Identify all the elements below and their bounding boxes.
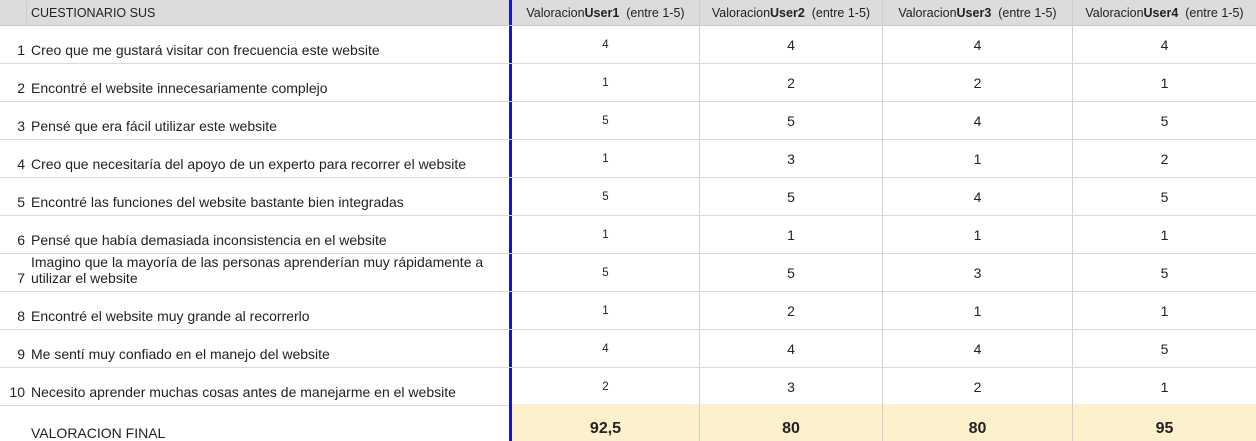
header-user3-suffix: (entre 1-5) xyxy=(991,5,1057,20)
user1-value-cell[interactable]: 1 xyxy=(512,292,700,329)
user3-value-cell[interactable]: 4 xyxy=(883,330,1073,367)
row-number xyxy=(0,404,27,441)
user3-value-cell[interactable]: 4 xyxy=(883,26,1073,63)
row-number: 7 xyxy=(17,270,25,286)
header-user3-cell[interactable]: Valoracion User3 (entre 1-5) xyxy=(883,0,1073,25)
user4-value-cell[interactable]: 4 xyxy=(1073,26,1256,63)
header-user4-suffix: (entre 1-5) xyxy=(1178,5,1244,20)
user1-value-cell[interactable]: 1 xyxy=(512,140,700,177)
header-user2-cell[interactable]: Valoracion User2 (entre 1-5) xyxy=(700,0,883,25)
question-cell[interactable]: Creo que necesitaría del apoyo de un exp… xyxy=(27,140,512,177)
row-number: 2 xyxy=(17,80,25,96)
user1-value-cell[interactable]: 4 xyxy=(512,26,700,63)
user2-final-score[interactable]: 80 xyxy=(700,404,883,441)
user2-value-cell[interactable]: 4 xyxy=(700,330,883,367)
header-user1-name: User1 xyxy=(584,5,620,20)
question-cell[interactable]: Pensé que había demasiada inconsistencia… xyxy=(27,216,512,253)
user4-value-cell[interactable]: 1 xyxy=(1073,216,1256,253)
user2-value-cell[interactable]: 4 xyxy=(700,26,883,63)
final-score-row: VALORACION FINAL 92,5 80 80 95 xyxy=(0,404,1256,441)
question-cell[interactable]: Me sentí muy confiado en el manejo del w… xyxy=(27,330,512,367)
header-title-cell[interactable]: CUESTIONARIO SUS xyxy=(27,0,512,25)
user1-value-cell[interactable]: 1 xyxy=(512,216,700,253)
user3-value-cell[interactable]: 4 xyxy=(883,102,1073,139)
table-row: 1 Creo que me gustará visitar con frecue… xyxy=(0,26,1256,64)
table-row: 8 Encontré el website muy grande al reco… xyxy=(0,292,1256,330)
header-user3-prefix: Valoracion xyxy=(898,5,957,20)
table-row: 4 Creo que necesitaría del apoyo de un e… xyxy=(0,140,1256,178)
row-number: 4 xyxy=(17,156,25,172)
user4-value-cell[interactable]: 5 xyxy=(1073,178,1256,215)
row-number: 10 xyxy=(9,384,25,400)
user4-value-cell[interactable]: 5 xyxy=(1073,254,1256,291)
user1-value-cell[interactable]: 2 xyxy=(512,368,700,405)
user3-value-cell[interactable]: 2 xyxy=(883,64,1073,101)
header-title: CUESTIONARIO SUS xyxy=(31,5,156,20)
user4-value-cell[interactable]: 5 xyxy=(1073,330,1256,367)
header-user1-prefix: Valoracion xyxy=(526,5,585,20)
user3-value-cell[interactable]: 1 xyxy=(883,216,1073,253)
header-user2-prefix: Valoracion xyxy=(711,5,771,20)
table-row: 7 Imagino que la mayoría de las personas… xyxy=(0,254,1256,292)
user1-value-cell[interactable]: 4 xyxy=(512,330,700,367)
question-cell[interactable]: Pensé que era fácil utilizar este websit… xyxy=(27,102,512,139)
row-number: 9 xyxy=(17,346,25,362)
header-user1-cell[interactable]: Valoracion User1 (entre 1-5) xyxy=(512,0,700,25)
user2-value-cell[interactable]: 5 xyxy=(700,178,883,215)
user3-value-cell[interactable]: 1 xyxy=(883,292,1073,329)
row-number: 1 xyxy=(17,42,25,58)
user2-value-cell[interactable]: 3 xyxy=(700,368,883,405)
header-user2-name: User2 xyxy=(770,5,805,20)
user4-final-score[interactable]: 95 xyxy=(1073,404,1256,441)
row-number: 6 xyxy=(17,232,25,248)
header-user4-cell[interactable]: Valoracion User4 (entre 1-5) xyxy=(1073,0,1256,25)
row-number: 8 xyxy=(17,308,25,324)
table-row: 3 Pensé que era fácil utilizar este webs… xyxy=(0,102,1256,140)
table-row: 9 Me sentí muy confiado en el manejo del… xyxy=(0,330,1256,368)
header-user4-prefix: Valoracion xyxy=(1085,5,1144,20)
user1-value-cell[interactable]: 1 xyxy=(512,64,700,101)
final-label-cell[interactable]: VALORACION FINAL xyxy=(27,404,512,441)
spreadsheet: CUESTIONARIO SUS Valoracion User1 (entre… xyxy=(0,0,1256,441)
user4-value-cell[interactable]: 1 xyxy=(1073,64,1256,101)
question-cell[interactable]: Creo que me gustará visitar con frecuenc… xyxy=(27,26,512,63)
user3-value-cell[interactable]: 4 xyxy=(883,178,1073,215)
user1-value-cell[interactable]: 5 xyxy=(512,178,700,215)
user4-value-cell[interactable]: 1 xyxy=(1073,292,1256,329)
table-row: 6 Pensé que había demasiada inconsistenc… xyxy=(0,216,1256,254)
question-cell[interactable]: Encontré el website innecesariamente com… xyxy=(27,64,512,101)
user2-value-cell[interactable]: 3 xyxy=(700,140,883,177)
question-cell[interactable]: Necesito aprender muchas cosas antes de … xyxy=(27,368,512,405)
header-row: CUESTIONARIO SUS Valoracion User1 (entre… xyxy=(0,0,1256,26)
header-user2-suffix: (entre 1-5) xyxy=(804,5,871,20)
user2-value-cell[interactable]: 5 xyxy=(700,102,883,139)
user2-value-cell[interactable]: 5 xyxy=(700,254,883,291)
user1-value-cell[interactable]: 5 xyxy=(512,102,700,139)
user4-value-cell[interactable]: 5 xyxy=(1073,102,1256,139)
header-user3-name: User3 xyxy=(956,5,992,20)
user4-value-cell[interactable]: 2 xyxy=(1073,140,1256,177)
question-cell[interactable]: Imagino que la mayoría de las personas a… xyxy=(27,254,512,291)
row-number: 5 xyxy=(17,194,25,210)
user2-value-cell[interactable]: 2 xyxy=(700,64,883,101)
user3-final-score[interactable]: 80 xyxy=(883,404,1073,441)
question-cell[interactable]: Encontré las funciones del website basta… xyxy=(27,178,512,215)
question-cell[interactable]: Encontré el website muy grande al recorr… xyxy=(27,292,512,329)
user3-value-cell[interactable]: 1 xyxy=(883,140,1073,177)
user4-value-cell[interactable]: 1 xyxy=(1073,368,1256,405)
user2-value-cell[interactable]: 1 xyxy=(700,216,883,253)
table-row: 2 Encontré el website innecesariamente c… xyxy=(0,64,1256,102)
header-user4-name: User4 xyxy=(1143,5,1179,20)
user2-value-cell[interactable]: 2 xyxy=(700,292,883,329)
user1-value-cell[interactable]: 5 xyxy=(512,254,700,291)
header-corner-cell[interactable] xyxy=(0,0,27,25)
table-row: 5 Encontré las funciones del website bas… xyxy=(0,178,1256,216)
user3-value-cell[interactable]: 2 xyxy=(883,368,1073,405)
user1-final-score[interactable]: 92,5 xyxy=(512,404,700,441)
table-row: 10 Necesito aprender muchas cosas antes … xyxy=(0,368,1256,406)
user3-value-cell[interactable]: 3 xyxy=(883,254,1073,291)
row-number: 3 xyxy=(17,118,25,134)
header-user1-suffix: (entre 1-5) xyxy=(619,5,685,20)
